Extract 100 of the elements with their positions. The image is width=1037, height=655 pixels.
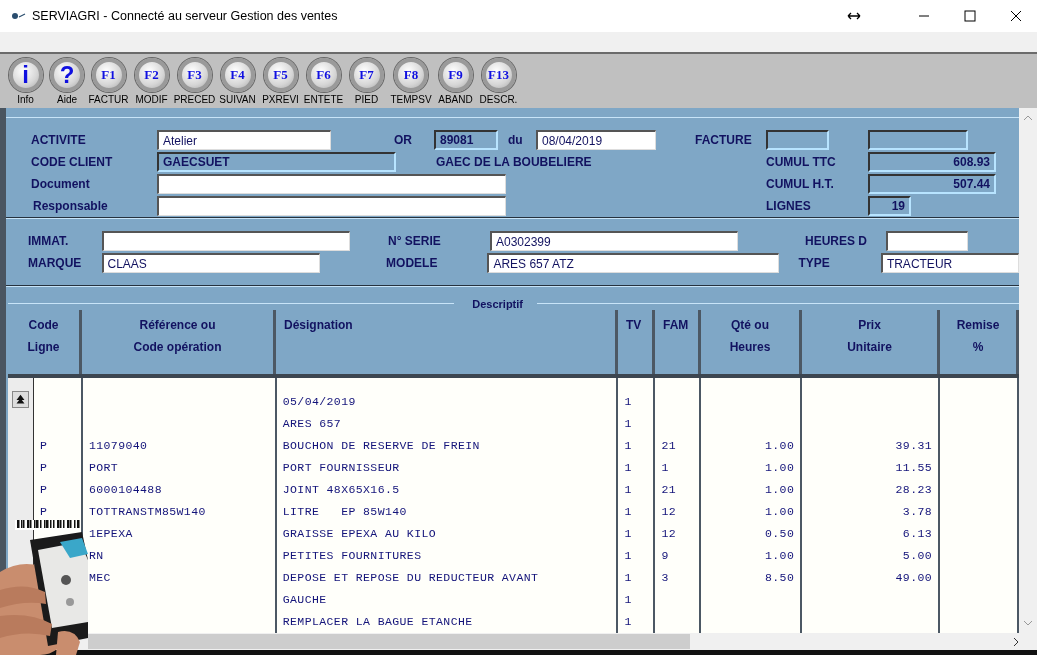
table-cell: PORT [88, 461, 119, 474]
field-label: MODELE [386, 256, 439, 270]
table-cell: 5.00 [902, 549, 933, 562]
input-field[interactable] [157, 196, 506, 216]
table-cell: MEC [88, 571, 111, 584]
close-icon[interactable] [1009, 9, 1023, 23]
table-cell: 1 [624, 549, 632, 562]
table-cell: TOTTRANSTM85W140 [88, 505, 206, 518]
field-label: CUMUL H.T. [766, 177, 835, 191]
table-cell: RN [88, 549, 104, 562]
table-cell: 49.00 [895, 571, 933, 584]
table-cell: 12 [661, 527, 676, 540]
input-field[interactable]: CLAAS [101, 253, 321, 273]
input-field[interactable]: TRACTEUR [880, 253, 1019, 273]
table-cell: ARES 657 [282, 417, 342, 430]
scroll-right-icon[interactable] [1011, 637, 1021, 646]
table-cell: P [40, 439, 48, 452]
table-cell: 11079040 [88, 439, 148, 452]
table-cell: 9 [661, 549, 669, 562]
readonly-field[interactable]: 608.93 [868, 152, 996, 172]
column-header: TV [618, 309, 655, 374]
table-cell: 6000104488 [88, 483, 162, 496]
field-label: ACTIVITE [31, 133, 87, 147]
table-cell: 21 [661, 483, 676, 496]
readonly-field[interactable]: 507.44 [868, 174, 996, 194]
table-cell: 3.78 [902, 505, 933, 518]
input-field[interactable] [886, 231, 968, 251]
table-cell: 28.23 [895, 483, 933, 496]
table-cell: 39.31 [895, 439, 933, 452]
table-cell: 1 [624, 615, 632, 628]
table-cell: 1EPEXA [88, 527, 133, 540]
input-field[interactable]: Atelier [157, 130, 331, 150]
table-cell: PORT FOURNISSEUR [282, 461, 400, 474]
column-header: Prix Unitaire [802, 309, 940, 374]
field-label: FACTURE [695, 133, 753, 147]
input-field[interactable]: A0302399 [490, 231, 738, 251]
table-cell: P [40, 483, 48, 496]
table-cell: JOINT 48X65X16.5 [282, 483, 400, 496]
readonly-field[interactable]: GAECSUET [157, 152, 396, 172]
table-cell: P [40, 461, 48, 474]
table-cell: 21 [661, 439, 676, 452]
scrollbar-thumb[interactable] [88, 634, 690, 649]
window-title: SERVIAGRI - Connecté au serveur Gestion des ventes [32, 9, 338, 23]
field-label: Document [31, 177, 91, 191]
table-cell: BOUCHON DE RESERVE DE FREIN [282, 439, 480, 452]
table-cell: 11.55 [895, 461, 933, 474]
readonly-field[interactable]: 89081 [434, 130, 498, 150]
field-label: HEURES D [805, 234, 868, 248]
input-field[interactable]: 08/04/2019 [536, 130, 656, 150]
table-cell: 1 [624, 395, 632, 408]
table-cell: 1 [624, 505, 632, 518]
scroll-top-icon[interactable] [12, 391, 29, 408]
table-cell: 1 [624, 571, 632, 584]
readonly-field[interactable] [868, 130, 968, 150]
table-cell: PETITES FOURNITURES [282, 549, 422, 562]
column-header: Code Ligne [8, 309, 82, 374]
field-label: IMMAT. [28, 234, 70, 248]
table-cell: 3 [661, 571, 669, 584]
table-cell: 1 [624, 527, 632, 540]
table-cell: GRAISSE EPEXA AU KILO [282, 527, 437, 540]
table-cell: 1 [624, 593, 632, 606]
table-cell: 8.50 [765, 571, 795, 584]
table-cell: 1.00 [765, 483, 795, 496]
table-cell: 1.00 [765, 439, 795, 452]
table-cell: 1 [624, 461, 632, 474]
table-cell: 1 [661, 461, 669, 474]
column-header: FAM [655, 309, 701, 374]
table-cell: 1 [624, 483, 632, 496]
maximize-icon[interactable] [963, 9, 977, 23]
field-label: TYPE [798, 256, 831, 270]
table-cell: 05/04/2019 [282, 395, 356, 408]
table-cell: 1 [624, 439, 632, 452]
table-cell: 1.00 [765, 461, 795, 474]
table-cell: DEPOSE ET REPOSE DU REDUCTEUR AVANT [282, 571, 539, 584]
app-icon [10, 11, 26, 21]
readonly-field[interactable] [766, 130, 829, 150]
field-label: OR [394, 133, 413, 147]
table-cell: 6.13 [902, 527, 933, 540]
field-label: CUMUL TTC [766, 155, 837, 169]
input-field[interactable]: ARES 657 ATZ [487, 253, 780, 273]
field-label: CODE CLIENT [31, 155, 114, 169]
table-cell: 1.00 [765, 549, 795, 562]
input-field[interactable] [102, 231, 350, 251]
input-field[interactable] [157, 174, 506, 194]
readonly-field[interactable]: 19 [868, 196, 911, 216]
field-label: du [508, 133, 524, 147]
table-cell: 1.00 [765, 505, 795, 518]
field-label: Responsable [33, 199, 109, 213]
table-cell: P [40, 505, 48, 518]
table-cell: LITRE EP 85W140 [282, 505, 407, 518]
table-cell: REMPLACER LA BAGUE ETANCHE [282, 615, 473, 628]
section-title: Descriptif [471, 297, 524, 310]
field-label: LIGNES [766, 199, 812, 213]
table-cell: 1 [624, 417, 632, 430]
table-cell: 12 [661, 505, 676, 518]
field-label: MARQUE [28, 256, 83, 270]
table-cell: GAUCHE [282, 593, 327, 606]
column-header: Qté ou Heures [701, 309, 802, 374]
column-header: Référence ou Code opération [82, 309, 276, 374]
field-label: N° SERIE [388, 234, 442, 248]
